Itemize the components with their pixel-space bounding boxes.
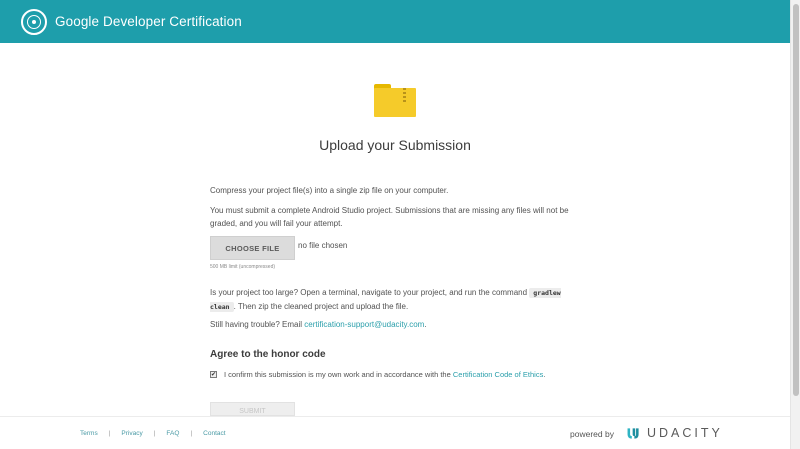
submit-button[interactable]: SUBMIT <box>210 402 295 416</box>
page-title: Upload your Submission <box>319 137 471 153</box>
footer-separator: | <box>190 430 193 437</box>
trouble-suffix: . <box>424 320 427 329</box>
honor-code-heading: Agree to the honor code <box>210 349 326 360</box>
footer-link-terms[interactable]: Terms <box>80 430 98 437</box>
too-large-text: Is your project too large? Open a termin… <box>210 286 590 314</box>
trouble-text: Still having trouble? Email certificatio… <box>210 318 590 331</box>
confirm-prefix: I confirm this submission is my own work… <box>224 370 451 379</box>
page-footer: Terms | Privacy | FAQ | Contact powered … <box>0 416 790 449</box>
footer-link-privacy[interactable]: Privacy <box>121 430 142 437</box>
certification-logo-icon[interactable] <box>21 8 47 35</box>
honor-code-checkbox[interactable]: ✔ <box>210 371 217 378</box>
too-large-prefix: Is your project too large? Open a termin… <box>210 288 528 297</box>
file-status: no file chosen <box>298 241 348 250</box>
page-scrollbar[interactable] <box>790 0 800 449</box>
confirm-suffix: . <box>543 370 546 379</box>
footer-links: Terms | Privacy | FAQ | Contact <box>80 430 226 437</box>
ethics-link[interactable]: Certification Code of Ethics <box>453 370 543 379</box>
honor-confirm-text: I confirm this submission is my own work… <box>224 370 545 379</box>
check-icon: ✔ <box>210 371 217 378</box>
zip-folder-icon <box>374 84 416 117</box>
support-email-link[interactable]: certification-support@udacity.com <box>304 320 424 329</box>
udacity-wordmark[interactable]: UDACITY <box>647 426 723 440</box>
compress-instruction: Compress your project file(s) into a sin… <box>210 186 449 195</box>
too-large-suffix: . Then zip the cleaned project and uploa… <box>233 302 409 311</box>
size-limit-note: 500 MB limit (uncompressed) <box>210 264 276 270</box>
trouble-prefix: Still having trouble? Email <box>210 320 303 329</box>
app-title: Google Developer Certification <box>55 14 242 29</box>
udacity-logo-icon[interactable] <box>625 425 642 442</box>
footer-separator: | <box>153 430 156 437</box>
footer-separator: | <box>108 430 111 437</box>
choose-file-button[interactable]: CHOOSE FILE <box>210 236 295 260</box>
footer-link-faq[interactable]: FAQ <box>166 430 179 437</box>
requirement-text: You must submit a complete Android Studi… <box>210 206 569 228</box>
scrollbar-thumb[interactable] <box>793 4 799 396</box>
powered-by-text: powered by <box>570 429 614 439</box>
app-header: Google Developer Certification <box>0 0 790 43</box>
footer-link-contact[interactable]: Contact <box>203 430 225 437</box>
